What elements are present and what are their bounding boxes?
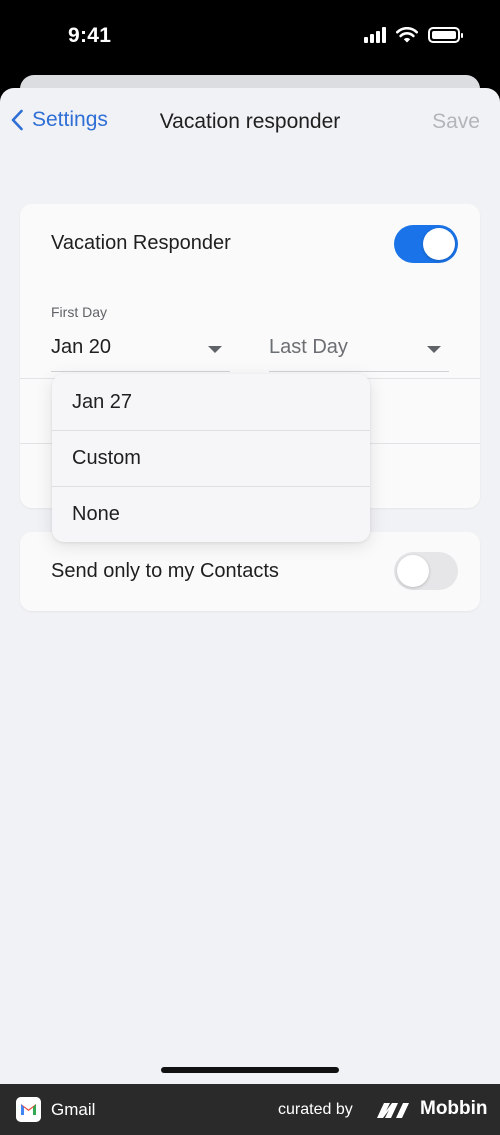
- send-only-contacts-label: Send only to my Contacts: [51, 560, 279, 582]
- footer-app-name: Gmail: [51, 1100, 96, 1119]
- toggle-knob: [423, 228, 455, 260]
- first-day-select[interactable]: Jan 20: [51, 334, 230, 372]
- save-button[interactable]: Save: [432, 110, 480, 134]
- dropdown-option-none[interactable]: None: [52, 486, 370, 542]
- status-icons: [364, 27, 463, 43]
- vacation-responder-sheet: Settings Vacation responder Save Vacatio…: [0, 88, 500, 1084]
- dropdown-option-jan-27[interactable]: Jan 27: [52, 374, 370, 430]
- first-day-dropdown-menu: Jan 27 Custom None: [52, 374, 370, 542]
- first-day-value: Jan 20: [51, 336, 112, 358]
- mobbin-logo-icon: [377, 1103, 409, 1118]
- page-title: Vacation responder: [159, 110, 341, 133]
- last-day-select[interactable]: Last Day: [269, 334, 449, 372]
- last-day-placeholder: Last Day: [269, 336, 348, 358]
- caret-down-icon: [208, 346, 222, 353]
- home-indicator: [161, 1067, 339, 1073]
- gmail-logo-icon: [16, 1097, 41, 1122]
- status-time: 9:41: [68, 24, 112, 47]
- nav-bar: Settings Vacation responder Save: [0, 88, 500, 160]
- toggle-knob: [397, 555, 429, 587]
- battery-icon: [428, 27, 463, 43]
- status-bar: 9:41: [0, 0, 500, 76]
- contacts-only-card: Send only to my Contacts: [20, 532, 480, 611]
- footer-brand: Mobbin: [420, 1098, 488, 1119]
- vacation-responder-label: Vacation Responder: [51, 232, 231, 254]
- send-only-contacts-toggle[interactable]: [394, 552, 458, 590]
- footer-bar: Gmail curated by Mobbin: [0, 1084, 500, 1135]
- dropdown-option-custom[interactable]: Custom: [52, 430, 370, 486]
- wifi-icon: [396, 27, 418, 43]
- caret-down-icon: [427, 346, 441, 353]
- vacation-responder-toggle[interactable]: [394, 225, 458, 263]
- first-day-caption: First Day: [51, 304, 107, 320]
- cellular-signal-icon: [364, 27, 386, 43]
- footer-curated-label: curated by: [278, 1101, 353, 1118]
